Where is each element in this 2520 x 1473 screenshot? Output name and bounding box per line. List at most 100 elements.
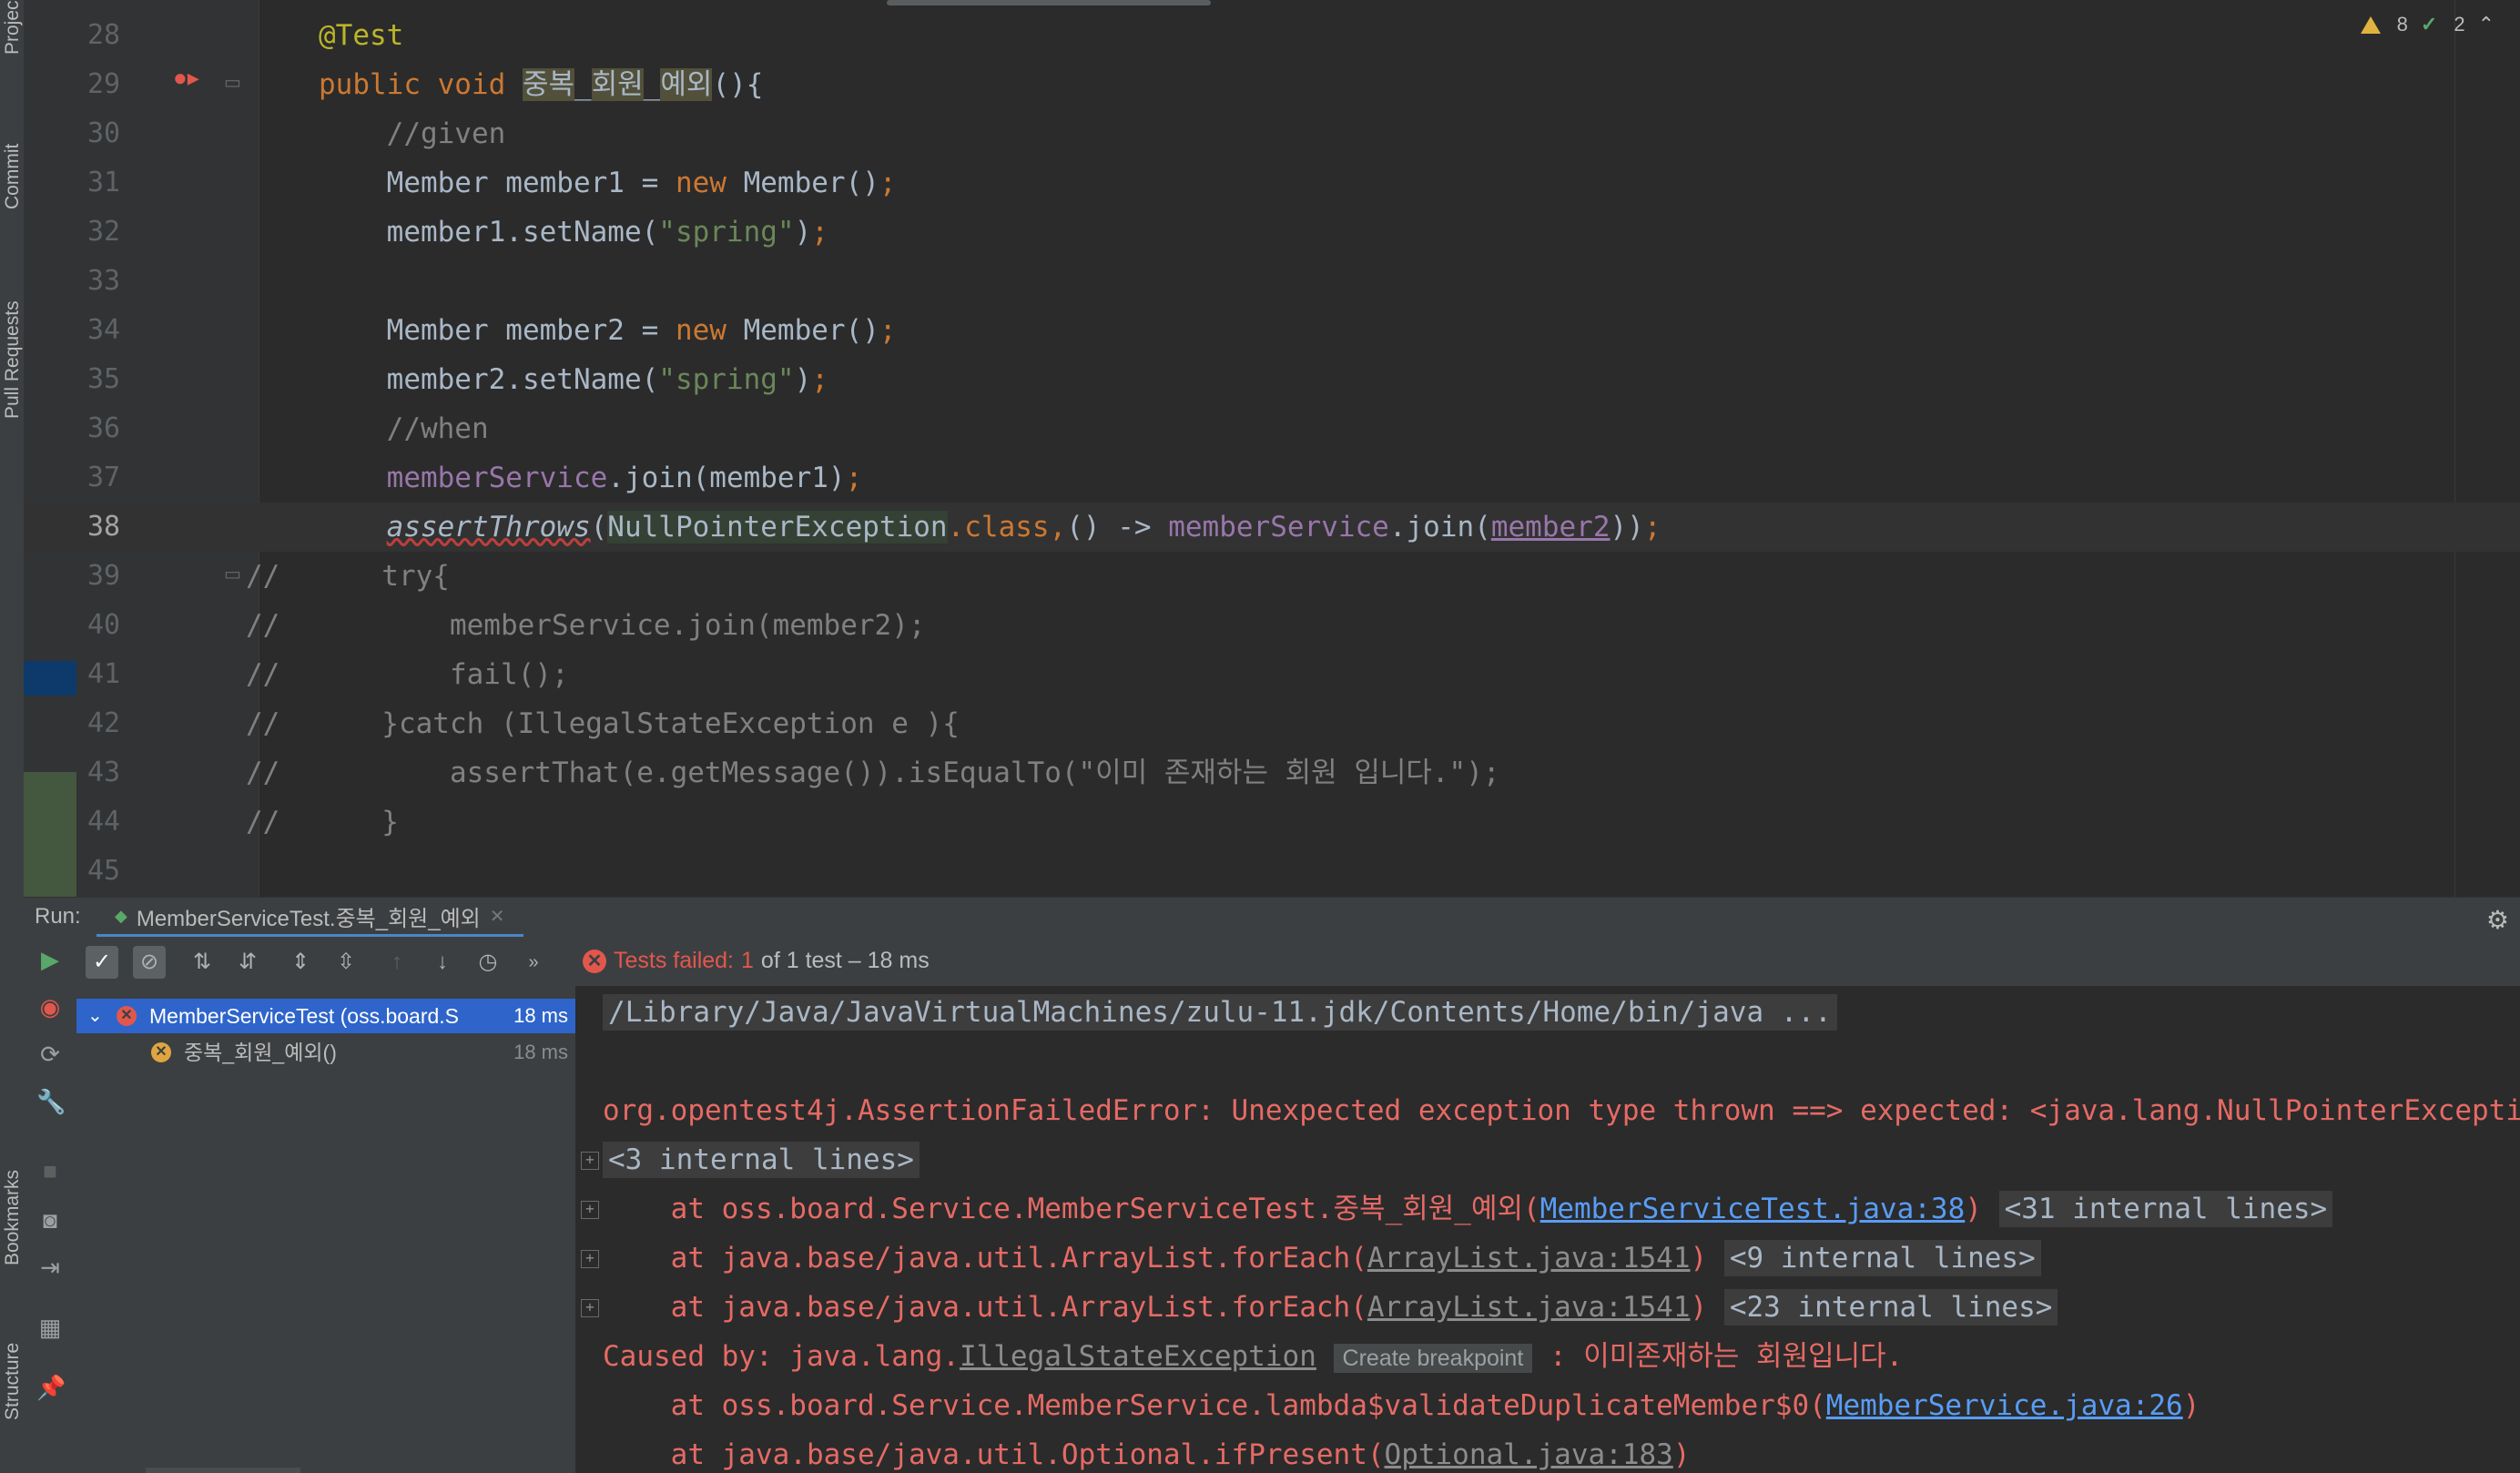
code-line[interactable]: 33 <box>24 257 2520 306</box>
collapse-all-icon[interactable]: ⇳ <box>330 946 362 979</box>
line-number: 43 <box>87 757 121 788</box>
console-line: at oss.board.Service.MemberService.lambd… <box>603 1389 2200 1422</box>
line-number: 42 <box>87 707 121 739</box>
line-number: 38 <box>87 511 121 543</box>
line-number: 44 <box>87 806 121 838</box>
code-line[interactable]: 45 <box>24 847 2520 896</box>
code-line[interactable]: 40 // memberService.join(member2); <box>24 601 2520 650</box>
layout-icon[interactable]: ▦ <box>36 1314 64 1341</box>
code-text: // }catch (IllegalStateException e ){ <box>246 707 960 740</box>
code-line[interactable]: 32 member1.setName("spring"); <box>24 208 2520 257</box>
expand-icon[interactable]: + <box>581 1250 599 1268</box>
line-number: 36 <box>87 412 121 444</box>
sort-duration-icon[interactable]: ⇵ <box>231 946 264 979</box>
run-side-toolbar: ▶ ◉ ⟳ 🔧 ■ ◙ ⇥ ▦ 📌 <box>24 937 76 1473</box>
pin-icon[interactable]: 📌 <box>36 1374 66 1401</box>
line-number: 34 <box>87 314 121 346</box>
toggle-auto-test-icon[interactable]: ⟳ <box>36 1041 64 1068</box>
code-line[interactable]: 39 // try{ <box>24 552 2520 601</box>
console-line: at java.base/java.util.Optional.ifPresen… <box>603 1438 1691 1471</box>
horizontal-scrollbar[interactable] <box>887 0 1211 5</box>
line-number: 33 <box>87 265 121 297</box>
pull-requests-tab[interactable]: Pull Requests <box>2 300 24 419</box>
console-line: at java.base/java.util.ArrayList.forEach… <box>603 1234 2041 1283</box>
commit-tab[interactable]: Commit <box>2 144 24 209</box>
exit-icon[interactable]: ⇥ <box>36 1254 64 1281</box>
code-text: assertThrows(NullPointerException.class,… <box>386 511 1661 543</box>
expand-all-icon[interactable]: ⇕ <box>284 946 317 979</box>
code-text: memberService.join(member1); <box>386 462 863 494</box>
console-line: /Library/Java/JavaVirtualMachines/zulu-1… <box>603 988 1837 1037</box>
code-line[interactable]: 36 //when <box>24 404 2520 453</box>
code-line[interactable]: 29 public void 중복_회원_예외(){ <box>24 60 2520 109</box>
test-runner-toolbar: ✓ ⊘ ⇅ ⇵ ⇕ ⇳ ↑ ↓ ◷ » ✕ Tests failed: 1 of… <box>76 937 2520 986</box>
failed-icon: ✕ <box>117 1006 137 1026</box>
rerun-icon[interactable]: ▶ <box>36 946 64 973</box>
code-text: member1.setName("spring"); <box>319 216 828 249</box>
code-line[interactable]: 28 @Test <box>24 11 2520 60</box>
project-tab[interactable]: Project <box>2 0 24 55</box>
code-line[interactable]: 43 // assertThat(e.getMessage()).isEqualT… <box>24 748 2520 797</box>
expand-icon[interactable]: + <box>581 1152 599 1170</box>
code-line[interactable]: 44 // } <box>24 797 2520 847</box>
code-line[interactable]: 31 Member member1 = new Member(); <box>24 158 2520 208</box>
run-config-tab[interactable]: ◆ MemberServiceTest.중복_회원_예외 ✕ <box>97 898 523 938</box>
tree-node-label: MemberServiceTest (oss.board.S <box>149 1004 460 1028</box>
code-line[interactable]: 41 // fail(); <box>24 650 2520 699</box>
tree-node-duration: 18 ms <box>513 1041 568 1063</box>
structure-tab[interactable]: Structure <box>2 1343 24 1420</box>
run-tool-header: Run: ◆ MemberServiceTest.중복_회원_예외 ✕ ⚙ <box>24 897 2520 938</box>
code-text: member2.setName("spring"); <box>319 363 828 396</box>
close-icon[interactable]: ✕ <box>490 905 505 928</box>
code-text: public void 중복_회원_예외(){ <box>319 68 764 101</box>
code-line[interactable]: 42 // }catch (IllegalStateException e ){ <box>24 699 2520 748</box>
gear-icon[interactable]: ⚙ <box>2486 905 2509 935</box>
console-output[interactable]: /Library/Java/JavaVirtualMachines/zulu-1… <box>575 986 2520 1473</box>
rerun-failed-icon[interactable]: ◉ <box>36 993 64 1021</box>
chevron-down-icon[interactable]: ⌄ <box>87 999 103 1033</box>
line-number: 45 <box>87 855 121 887</box>
wrench-icon[interactable]: 🔧 <box>36 1088 66 1115</box>
more-icon[interactable]: » <box>517 946 550 979</box>
run-panel-scrollbar[interactable] <box>146 1468 300 1473</box>
code-text: // fail(); <box>246 658 569 691</box>
bookmarks-tab[interactable]: Bookmarks <box>2 1170 24 1265</box>
expand-icon[interactable]: + <box>581 1201 599 1219</box>
expand-icon[interactable]: + <box>581 1299 599 1317</box>
code-text: // memberService.join(member2); <box>246 609 926 642</box>
show-passed-toggle[interactable]: ✓ <box>86 946 118 979</box>
line-number: 28 <box>87 19 121 51</box>
code-text: Member member2 = new Member(); <box>319 314 897 347</box>
previous-failed-icon[interactable]: ↑ <box>381 946 413 979</box>
stop-icon[interactable]: ■ <box>36 1157 64 1184</box>
tool-window-strip: Project Commit Pull Requests Bookmarks S… <box>0 0 25 1473</box>
status-prefix: Tests failed: <box>614 948 735 973</box>
tree-node-test-method[interactable]: ✕ 중복_회원_예외() 18 ms <box>76 1035 575 1070</box>
code-editor[interactable]: ●▸ ▭ ▭ ! 8 ✓2 ⌃ 28@Test29public void 중복_… <box>24 0 2520 897</box>
code-line[interactable]: 30 //given <box>24 109 2520 158</box>
next-failed-icon[interactable]: ↓ <box>426 946 459 979</box>
failed-icon: ✕ <box>151 1042 171 1062</box>
history-icon[interactable]: ◷ <box>472 946 504 979</box>
code-line[interactable]: 37 memberService.join(member1); <box>24 453 2520 503</box>
code-line[interactable]: 34 Member member2 = new Member(); <box>24 306 2520 355</box>
code-line[interactable]: 35 member2.setName("spring"); <box>24 355 2520 404</box>
line-number: 30 <box>87 117 121 149</box>
test-status: ✕ Tests failed: 1 of 1 test – 18 ms <box>583 948 930 974</box>
code-text: //given <box>386 117 506 150</box>
run-label: Run: <box>35 904 81 929</box>
test-tree[interactable]: ⌄ ✕ MemberServiceTest (oss.board.S 18 ms… <box>76 986 576 1473</box>
line-number: 39 <box>87 560 121 592</box>
camera-icon[interactable]: ◙ <box>36 1206 64 1234</box>
show-ignored-toggle[interactable]: ⊘ <box>133 946 166 979</box>
code-line[interactable]: 38 assertThrows(NullPointerException.cla… <box>24 503 2520 552</box>
tree-node-test-class[interactable]: ⌄ ✕ MemberServiceTest (oss.board.S 18 ms <box>76 999 575 1033</box>
run-tab-title: MemberServiceTest.중복_회원_예외 <box>136 906 481 931</box>
failed-icon: ✕ <box>583 949 606 973</box>
sort-alpha-icon[interactable]: ⇅ <box>186 946 218 979</box>
console-line: at oss.board.Service.MemberServiceTest.중… <box>603 1184 2333 1234</box>
code-text: //when <box>386 412 489 445</box>
tree-node-duration: 18 ms <box>508 999 568 1033</box>
status-count: 1 <box>741 948 754 973</box>
console-line: org.opentest4j.AssertionFailedError: Une… <box>603 1094 2520 1127</box>
